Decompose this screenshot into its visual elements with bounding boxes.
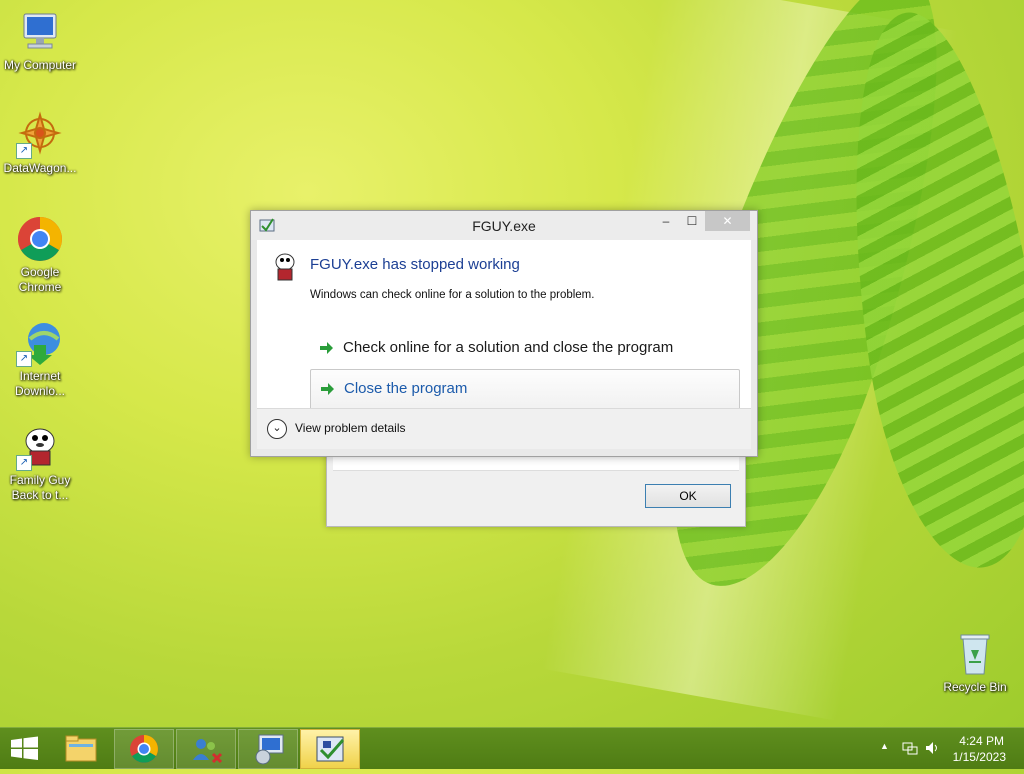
clock-time[interactable]: 4:24 PM [959, 734, 1004, 748]
desktop-icon-label: DataWagon... [3, 161, 77, 175]
close-button[interactable]: ✕ [705, 211, 750, 231]
computer-icon [16, 8, 64, 56]
taskbar: ▲ 4:24 PM 1/15/2023 [0, 727, 1024, 769]
chrome-icon [16, 215, 64, 263]
datawagon-icon: ↗ [16, 111, 64, 159]
desktop-icon-recycle-bin[interactable]: Recycle Bin [935, 630, 1015, 695]
desktop-icon-label: Google Chrome [18, 265, 62, 294]
network-tool-icon [193, 739, 223, 764]
ok-button[interactable]: OK [645, 484, 731, 508]
desktop-icon-label: Internet Downlo... [14, 369, 66, 398]
desktop-icon-label: Recycle Bin [943, 680, 1007, 694]
main-instruction: FGUY.exe has stopped working [310, 256, 520, 273]
network-status-icon[interactable] [902, 740, 918, 759]
windows-start-icon [11, 736, 38, 760]
close-program-label: Close the program [344, 380, 468, 397]
taskbar-chrome[interactable] [114, 729, 174, 769]
start-button[interactable] [0, 728, 50, 769]
family-guy-app-icon [271, 252, 299, 282]
system-tray: ▲ 4:24 PM 1/15/2023 [864, 728, 1024, 769]
desktop-icon-google-chrome[interactable]: Google Chrome [0, 215, 80, 295]
error-dialog: FGUY.exe ‒ ☐ ✕ FGUY.exe has stopped work… [250, 210, 758, 457]
taskbar-network-tool[interactable] [176, 729, 236, 769]
family-guy-icon: ↗ [16, 423, 64, 471]
volume-icon[interactable] [924, 740, 940, 759]
dialog-footer: ⌄ View problem details [257, 408, 751, 449]
show-hidden-icons-button[interactable]: ▲ [880, 741, 889, 751]
sub-instruction: Windows can check online for a solution … [310, 289, 595, 301]
close-program-button[interactable]: Close the program [310, 369, 740, 411]
taskbar-fguy-program[interactable] [300, 729, 360, 769]
desktop-icon-my-computer[interactable]: My Computer [0, 8, 80, 73]
taskbar-setup-program[interactable] [238, 729, 298, 769]
file-explorer-icon [65, 735, 97, 762]
maximize-button[interactable]: ☐ [679, 211, 705, 231]
recycle-bin-icon [951, 630, 999, 678]
taskbar-file-explorer[interactable] [52, 729, 110, 767]
minimize-button[interactable]: ‒ [653, 211, 679, 231]
shortcut-arrow-icon: ↗ [16, 351, 32, 367]
background-dialog: OK [326, 447, 746, 527]
desktop-icon-family-guy[interactable]: ↗ Family Guy Back to t... [0, 423, 80, 503]
chrome-icon [130, 735, 158, 763]
desktop-icon-datawagon[interactable]: ↗ DataWagon... [0, 111, 80, 176]
check-online-label: Check online for a solution and close th… [343, 339, 674, 356]
view-problem-details-link[interactable]: View problem details [295, 421, 406, 435]
dialog-content: FGUY.exe has stopped working Windows can… [257, 240, 751, 411]
dialog-titlebar[interactable]: FGUY.exe ‒ ☐ ✕ [251, 211, 757, 240]
fguy-program-icon [316, 736, 345, 762]
internet-download-icon: ↗ [16, 319, 64, 367]
shortcut-arrow-icon: ↗ [16, 143, 32, 159]
green-arrow-icon [320, 342, 333, 354]
clock-date[interactable]: 1/15/2023 [953, 750, 1006, 764]
desktop-icon-label: My Computer [3, 58, 77, 72]
check-online-button[interactable]: Check online for a solution and close th… [310, 329, 738, 369]
shortcut-arrow-icon: ↗ [16, 455, 32, 471]
desktop-icon-label: Family Guy Back to t... [9, 473, 71, 502]
green-arrow-icon [321, 383, 334, 395]
setup-program-icon [255, 734, 284, 765]
desktop-icon-internet-download-manager[interactable]: ↗ Internet Downlo... [0, 319, 80, 399]
chevron-down-icon[interactable]: ⌄ [267, 419, 287, 439]
